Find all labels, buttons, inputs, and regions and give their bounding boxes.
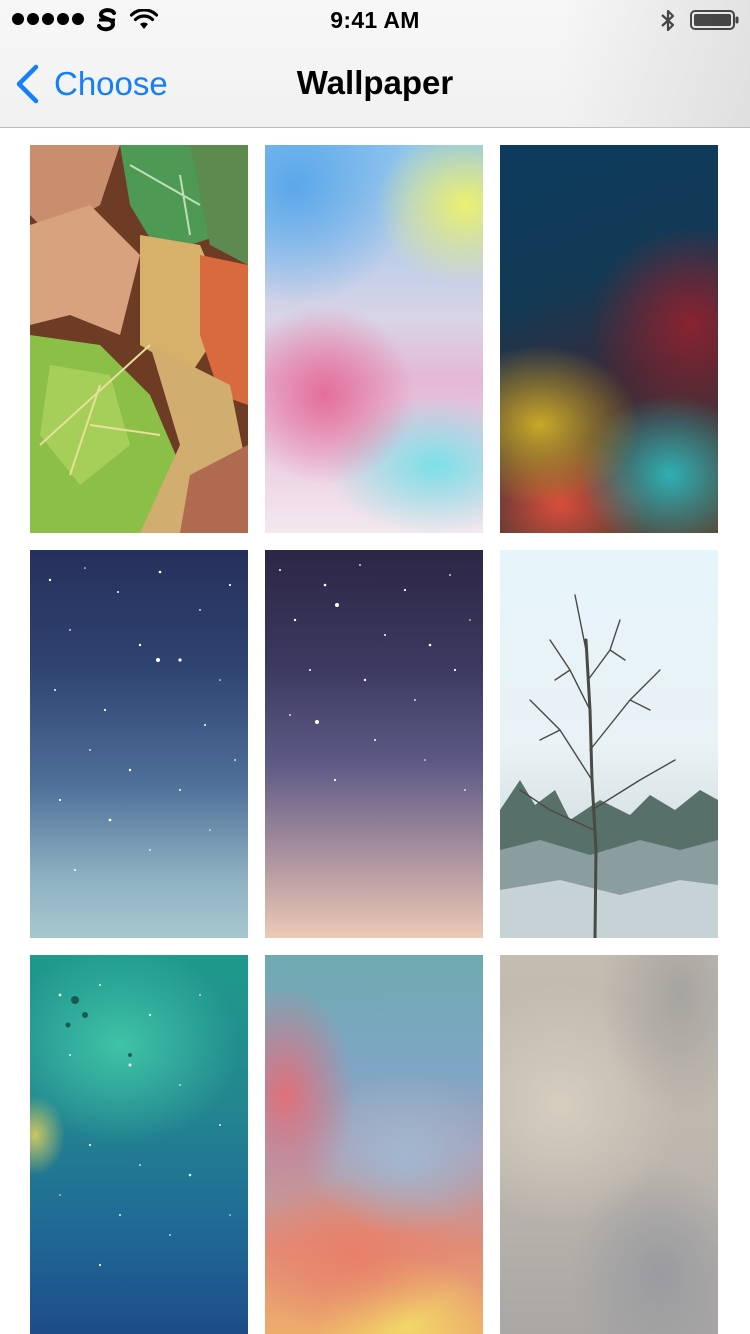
stars-overlay xyxy=(58,984,231,1267)
wallpaper-thumbnail-gray-blur[interactable] xyxy=(500,955,718,1334)
bluetooth-icon xyxy=(661,9,675,32)
winter-tree-image xyxy=(500,594,718,938)
navigation-header: 9:41 AM Choose Wallpaper xyxy=(0,0,750,128)
status-bar: 9:41 AM xyxy=(0,0,750,40)
stars-overlay xyxy=(279,564,471,791)
battery-full-icon xyxy=(690,10,739,30)
wallpaper-thumbnail-dark-color-blur[interactable] xyxy=(500,145,718,533)
wallpaper-screen: 9:41 AM Choose Wallpaper xyxy=(0,0,750,1334)
page-title: Wallpaper xyxy=(296,64,454,101)
wallpaper-thumbnail-rainbow-blur[interactable] xyxy=(265,955,483,1334)
status-time: 9:41 AM xyxy=(330,7,420,33)
wallpaper-thumbnail-autumn-leaves[interactable] xyxy=(30,145,248,533)
wallpaper-thumbnail-winter-bare-tree[interactable] xyxy=(500,550,718,938)
wallpaper-thumbnail-pastel-gradient[interactable] xyxy=(265,145,483,533)
nav-bar: Choose Wallpaper xyxy=(0,40,750,128)
wallpaper-thumbnail-teal-space[interactable] xyxy=(30,955,248,1334)
stars-overlay xyxy=(48,567,236,871)
wallpaper-thumbnail-starry-night-blue[interactable] xyxy=(30,550,248,938)
wallpaper-thumbnail-starry-night-purple[interactable] xyxy=(265,550,483,938)
autumn-leaves-image xyxy=(30,145,248,533)
